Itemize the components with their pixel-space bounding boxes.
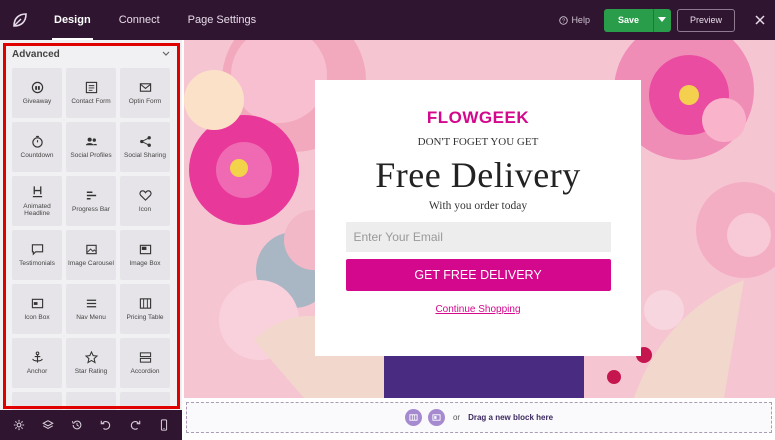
get-free-delivery-button[interactable]: GET FREE DELIVERY [345,259,611,291]
pricing-table-icon [138,296,152,310]
dropzone-or-label: or [452,413,461,422]
users-icon [84,134,98,148]
save-options-dropdown[interactable] [652,8,671,32]
dropzone-text: Drag a new block here [468,413,554,422]
widget-image-carousel[interactable]: Image Carousel [66,230,116,280]
widget-label: Testimonials [19,260,55,268]
widget-label: Image Box [129,260,161,268]
advanced-section-header[interactable]: Advanced [0,40,182,68]
widget-optin-form[interactable]: Optin Form [120,68,170,118]
top-bar: Design Connect Page Settings ? Help Save… [0,0,775,40]
heart-icon [138,188,152,202]
sidebar-panel: Advanced Giveaway Contact Form Optin For… [0,40,182,410]
widget-label: Nav Menu [76,314,106,322]
add-block-icon[interactable] [404,409,422,426]
tab-connect[interactable]: Connect [105,0,174,40]
seedprod-logo-icon[interactable] [0,0,40,40]
widget-label: Icon [138,206,152,214]
widget-partial[interactable] [66,392,116,410]
widget-contact-form[interactable]: Contact Form [66,68,116,118]
save-button[interactable]: Save [603,8,653,32]
widget-animated-headline[interactable]: Animated Headline [12,176,62,226]
mobile-preview-icon[interactable] [157,418,171,432]
history-icon[interactable] [70,418,84,432]
widget-label: Anchor [26,368,48,376]
stopwatch-icon [30,134,44,148]
optin-card: FLOWGEEK DON'T FOGET YOU GET Free Delive… [315,80,641,356]
share-icon [138,134,152,148]
widget-nav-menu[interactable]: Nav Menu [66,284,116,334]
widget-progress-bar[interactable]: Progress Bar [66,176,116,226]
widget-grid: Giveaway Contact Form Optin Form Countdo… [0,68,182,410]
widget-label: Image Carousel [68,260,114,268]
widget-label: Accordion [130,368,160,376]
widget-label: Contact Form [71,98,111,106]
add-template-icon[interactable] [427,409,445,426]
widget-label: Giveaway [22,98,52,106]
image-carousel-icon [84,242,98,256]
widget-anchor[interactable]: Anchor [12,338,62,388]
widget-label: Social Profiles [70,152,112,160]
subtitle-text: DON'T FOGET YOU GET [417,136,539,148]
icon-box-icon [30,296,44,310]
progress-bar-icon [84,188,98,202]
preview-button[interactable]: Preview [676,8,735,32]
widget-image-box[interactable]: Image Box [120,230,170,280]
continue-shopping-link[interactable]: Continue Shopping [435,304,520,315]
star-icon [84,350,98,364]
widget-label: Icon Box [24,314,50,322]
anchor-icon [30,350,44,364]
giveaway-icon [30,80,44,94]
add-block-dropzone[interactable]: or Drag a new block here [186,402,772,433]
widget-icon-element[interactable]: Icon [120,176,170,226]
layers-icon[interactable] [41,418,55,432]
widget-label: Optin Form [128,98,162,106]
image-box-icon [138,242,152,256]
widget-social-profiles[interactable]: Social Profiles [66,122,116,172]
help-link[interactable]: ? Help [559,15,590,25]
chevron-down-icon [162,51,170,56]
close-builder-button[interactable] [745,0,775,40]
contact-form-icon [84,80,98,94]
heading-icon [30,185,44,199]
accordion-icon [138,350,152,364]
widget-label: Star Rating [74,368,108,376]
settings-gear-icon[interactable] [12,418,26,432]
undo-icon[interactable] [99,418,113,432]
widget-giveaway[interactable]: Giveaway [12,68,62,118]
envelope-icon [138,80,152,94]
widget-star-rating[interactable]: Star Rating [66,338,116,388]
widget-label: Progress Bar [72,206,110,214]
close-icon [755,15,765,25]
email-field[interactable]: Enter Your Email [345,222,611,252]
help-label: Help [571,15,590,25]
page-canvas: FLOWGEEK DON'T FOGET YOU GET Free Delive… [184,40,775,398]
widget-label: Countdown [20,152,54,160]
widget-social-sharing[interactable]: Social Sharing [120,122,170,172]
bottom-toolbar [0,410,182,440]
redo-icon[interactable] [128,418,142,432]
caret-down-icon [658,17,667,22]
widget-countdown[interactable]: Countdown [12,122,62,172]
save-button-group: Save [603,8,671,32]
question-circle-icon: ? [559,15,569,25]
section-title: Advanced [12,48,60,60]
tab-page-settings[interactable]: Page Settings [174,0,271,40]
widget-partial[interactable] [12,392,62,410]
speech-bubble-icon [30,242,44,256]
widget-accordion[interactable]: Accordion [120,338,170,388]
tagline-text: With you order today [428,200,528,212]
brand-heading: FLOWGEEK [426,108,530,127]
hamburger-icon [84,296,98,310]
widget-label: Animated Headline [23,202,51,217]
tab-design[interactable]: Design [40,0,105,40]
widget-icon-box[interactable]: Icon Box [12,284,62,334]
headline-text: Free Delivery [375,155,581,195]
widget-testimonials[interactable]: Testimonials [12,230,62,280]
widget-pricing-table[interactable]: Pricing Table [120,284,170,334]
widget-label: Social Sharing [124,152,166,160]
widget-partial[interactable] [120,392,170,410]
widget-label: Pricing Table [126,314,164,322]
